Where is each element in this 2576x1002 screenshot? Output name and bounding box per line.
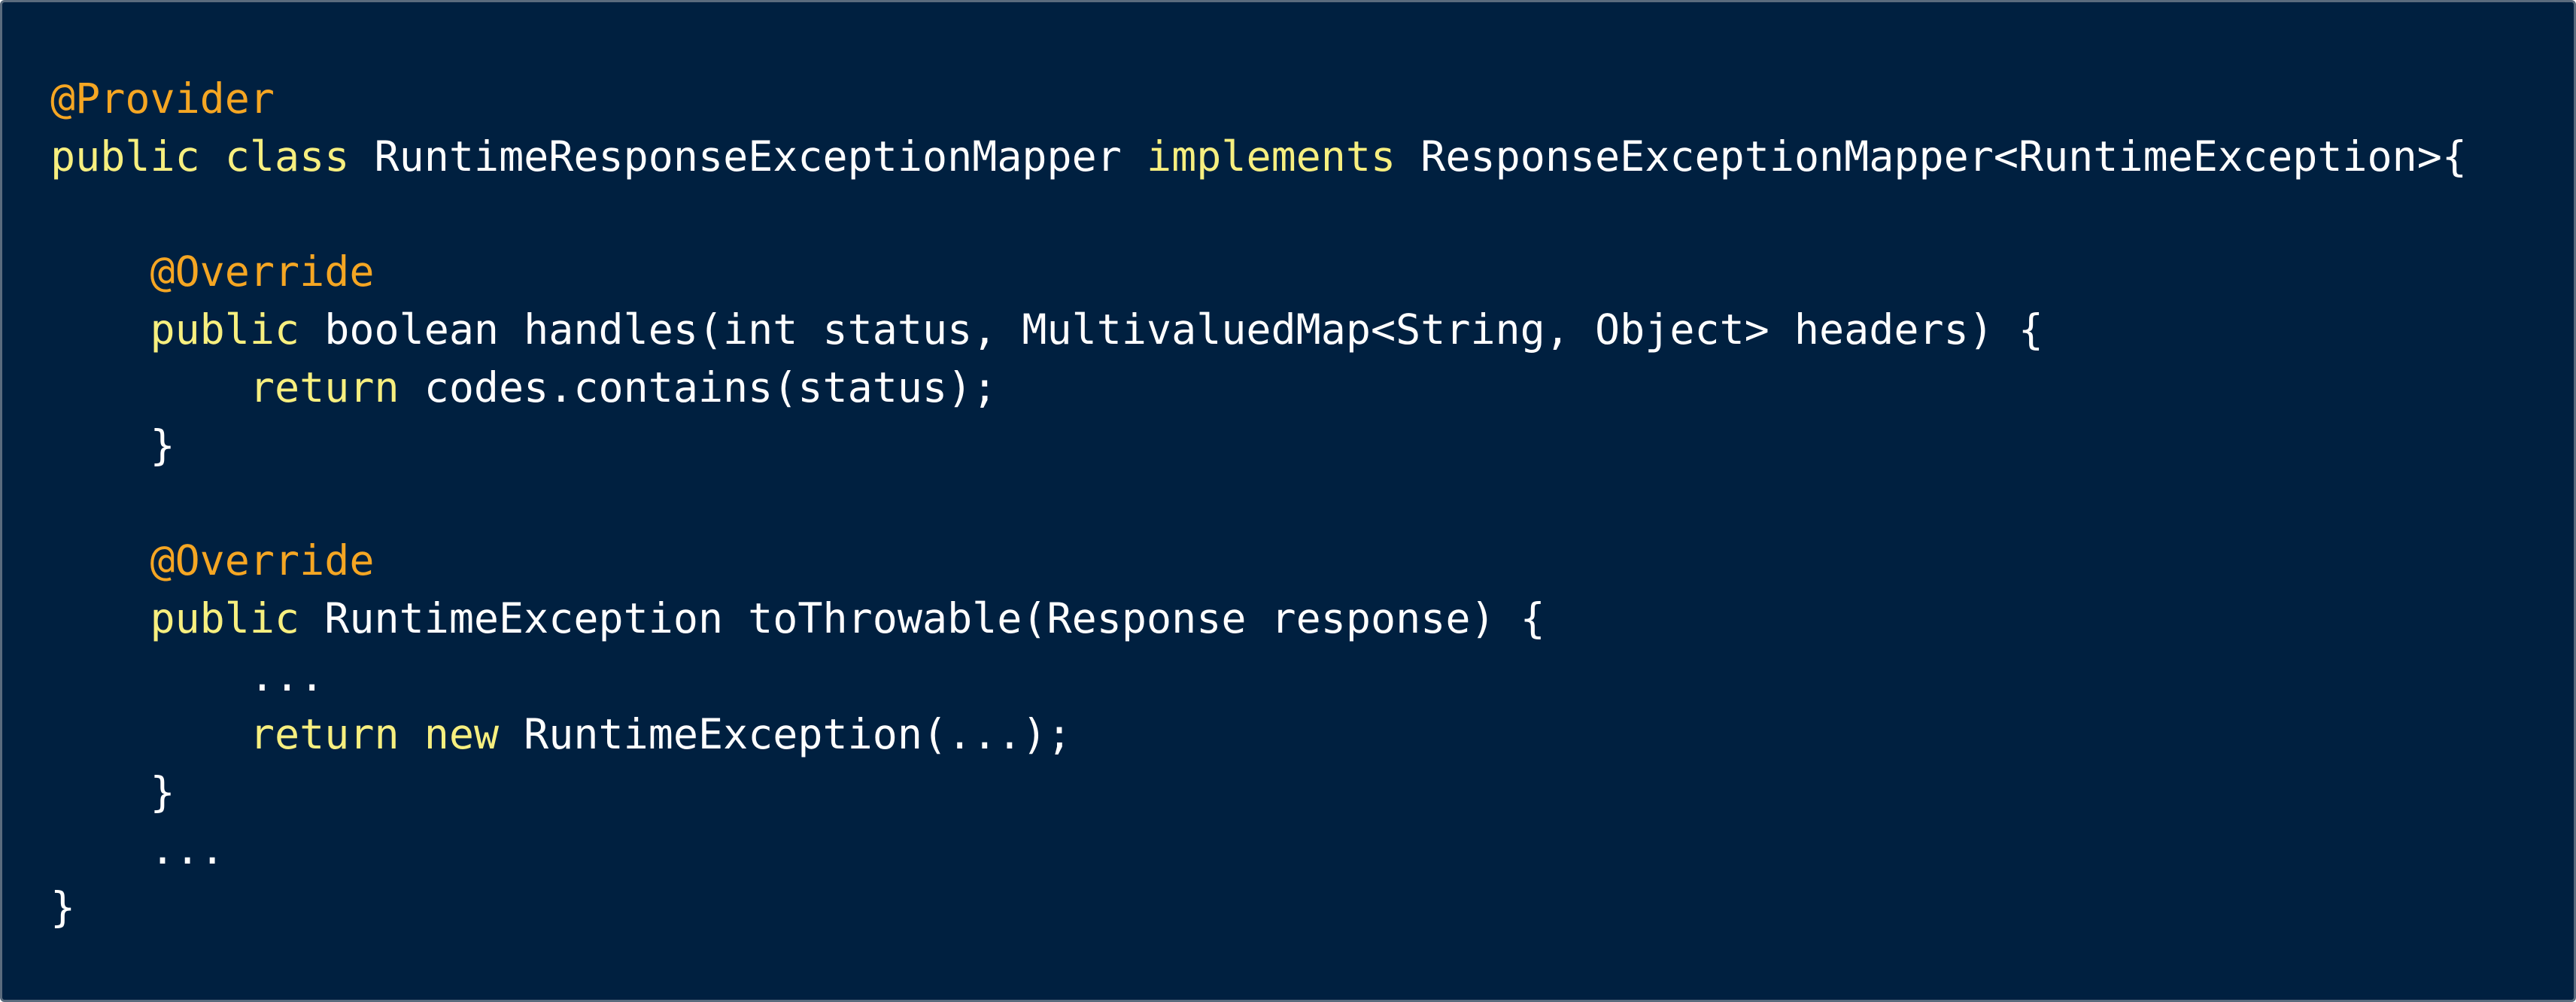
code-line: ...: [50, 648, 2467, 706]
code-token-plain: RuntimeException toThrowable(Response re…: [299, 594, 1545, 643]
code-line: return codes.contains(status);: [50, 359, 2467, 417]
code-line: }: [50, 764, 2467, 821]
code-token-plain: boolean handles(int status, MultivaluedM…: [299, 305, 2044, 354]
code-line: @Override: [50, 532, 2467, 590]
code-token-keyword: public: [150, 305, 300, 354]
code-line: public RuntimeException toThrowable(Resp…: [50, 590, 2467, 648]
code-token-keyword: public: [50, 132, 200, 181]
code-line: public boolean handles(int status, Multi…: [50, 301, 2467, 359]
code-line: @Provider: [50, 70, 2467, 128]
code-line: }: [50, 879, 2467, 937]
code-block: @Provider public class RuntimeResponseExc…: [50, 70, 2467, 937]
code-line: }: [50, 417, 2467, 475]
code-token-plain: RuntimeException(...);: [499, 709, 1072, 758]
code-line: public class RuntimeResponseExceptionMap…: [50, 128, 2467, 186]
code-token-plain: ResponseExceptionMapper<RuntimeException…: [1396, 132, 2467, 181]
code-token-keyword: return: [249, 363, 399, 411]
code-line: return new RuntimeException(...);: [50, 706, 2467, 764]
code-line: ...: [50, 821, 2467, 879]
code-token-keyword: class: [224, 132, 350, 181]
code-line: @Override: [50, 243, 2467, 301]
code-token-plain: }: [50, 767, 175, 816]
code-panel: @Provider public class RuntimeResponseExc…: [0, 0, 2576, 1002]
code-token-keyword: new: [424, 709, 500, 758]
code-token-plain: ...: [50, 825, 225, 874]
code-token-plain: codes.contains(status);: [399, 363, 998, 411]
code-token-plain: }: [50, 421, 175, 469]
code-token-plain: ...: [50, 651, 325, 700]
code-token-annotation: @Override: [150, 247, 375, 296]
code-token-keyword: implements: [1147, 132, 1396, 181]
code-token-plain: }: [50, 883, 76, 932]
code-token-keyword: return: [249, 709, 399, 758]
code-token-keyword: public: [150, 594, 300, 643]
code-token-annotation: @Provider: [50, 74, 275, 123]
code-token-annotation: @Override: [150, 536, 375, 585]
code-token-plain: RuntimeResponseExceptionMapper: [349, 132, 1147, 181]
